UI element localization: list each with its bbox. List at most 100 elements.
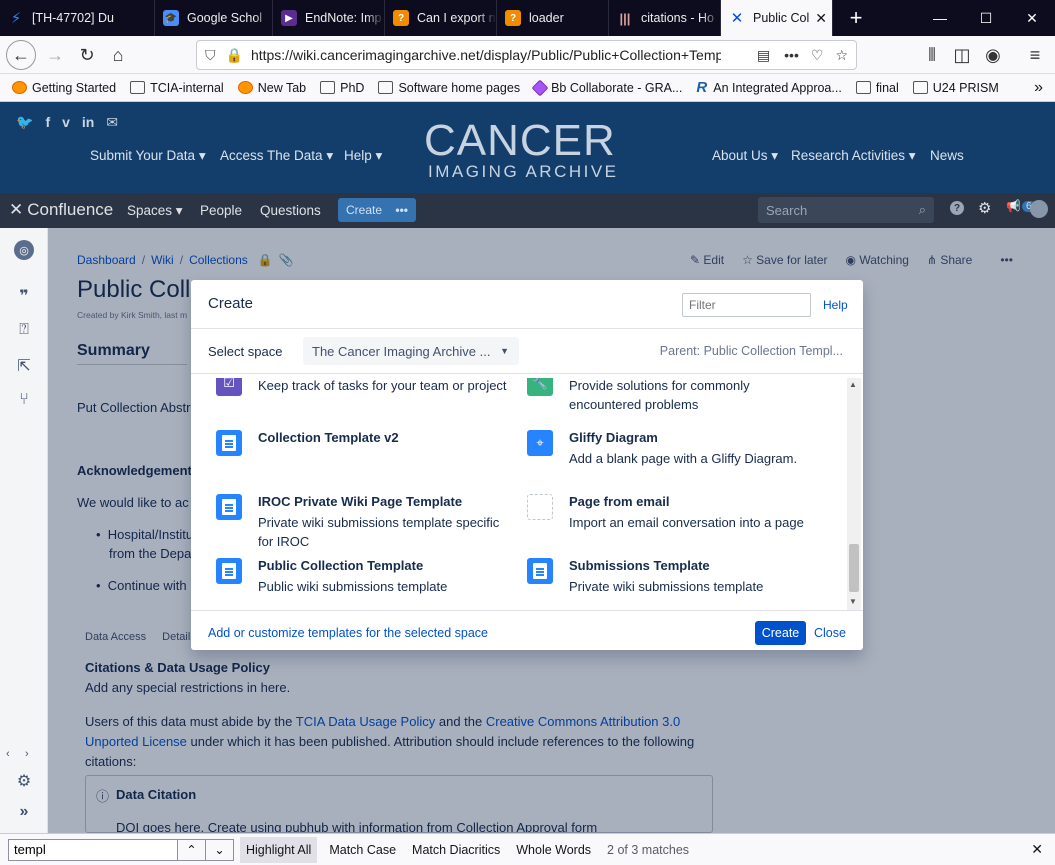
pocket-icon[interactable]: ♡ <box>811 47 824 64</box>
reader-icon[interactable]: ▤ <box>757 47 770 64</box>
close-find-icon[interactable]: ✕ <box>1031 841 1043 858</box>
close-tab-icon[interactable]: ✕ <box>809 10 827 27</box>
vimeo-icon[interactable]: v <box>62 114 70 131</box>
bookmark-item[interactable]: New Tab <box>237 81 306 95</box>
star-icon[interactable]: ☆ <box>835 47 848 64</box>
minimize-button[interactable]: — <box>917 0 963 36</box>
browser-tab-active[interactable]: ✕ Public Col ✕ <box>721 0 833 36</box>
bookmark-folder[interactable]: U24 PRISM <box>912 81 999 95</box>
match-case-toggle[interactable]: Match Case <box>323 843 402 857</box>
nav-research[interactable]: Research Activities ▾ <box>791 148 916 164</box>
help-link[interactable]: Help <box>823 298 848 312</box>
template-desc: Provide solutions for commonly encounter… <box>569 378 750 412</box>
more-icon[interactable]: ••• <box>784 47 799 63</box>
bookmark-folder[interactable]: TCIA-internal <box>130 81 224 95</box>
bookmark-folder[interactable]: Software home pages <box>378 81 520 95</box>
nav-spaces[interactable]: Spaces ▾ <box>127 203 183 219</box>
bookmark-item[interactable]: R An Integrated Approa... <box>696 79 841 96</box>
nav-access-data[interactable]: Access The Data ▾ <box>220 148 333 164</box>
gear-icon[interactable]: ⚙ <box>14 771 34 791</box>
find-next-button[interactable]: ⌄ <box>206 838 234 861</box>
tcia-logo[interactable]: CANCER IMAGING ARCHIVE <box>424 112 634 187</box>
template-item[interactable]: Submissions Template Private wiki submis… <box>527 558 827 610</box>
reload-button[interactable]: ↻ <box>72 40 102 70</box>
template-item[interactable]: Public Collection Template Public wiki s… <box>216 558 516 610</box>
browser-tab[interactable]: ? Can I export n <box>385 0 497 36</box>
facebook-icon[interactable]: f <box>45 114 50 131</box>
find-previous-button[interactable]: ⌃ <box>178 838 206 861</box>
gear-icon[interactable]: ⚙ <box>978 199 991 217</box>
template-item[interactable]: Collection Template v2 <box>216 430 516 486</box>
nav-about[interactable]: About Us ▾ <box>712 148 778 164</box>
chevron-down-icon: ▼ <box>500 346 509 356</box>
nav-news[interactable]: News <box>930 148 964 163</box>
scroll-down-icon[interactable]: ▼ <box>849 597 857 606</box>
customize-templates-link[interactable]: Add or customize templates for the selec… <box>208 626 488 640</box>
template-item[interactable]: Page from email Import an email conversa… <box>527 494 827 550</box>
expand-icon[interactable]: » <box>14 802 34 822</box>
template-item[interactable]: ⌖ Gliffy Diagram Add a blank page with a… <box>527 430 827 486</box>
bookmark-item[interactable]: Getting Started <box>12 81 116 95</box>
browser-tab[interactable]: ? loader <box>497 0 609 36</box>
find-input[interactable] <box>8 838 178 861</box>
browser-tab[interactable]: ▶ EndNote: Imp <box>273 0 385 36</box>
scrollbar-thumb[interactable] <box>849 544 859 592</box>
tree-icon[interactable]: ⑂ <box>14 390 34 410</box>
avatar[interactable] <box>1030 200 1048 218</box>
confluence-logo[interactable]: ✕ Confluence <box>9 200 113 220</box>
template-title: Public Collection Template <box>258 558 424 573</box>
bookmark-item[interactable]: Bb Collaborate - GRA... <box>531 79 682 96</box>
url-bar[interactable]: ⛉ 🔒 https://wiki.cancerimagingarchive.ne… <box>196 40 857 70</box>
menu-icon[interactable]: ≡ <box>1020 40 1050 70</box>
template-item[interactable]: IROC Private Wiki Page Template Private … <box>216 494 516 550</box>
external-link-icon[interactable]: ⇱ <box>14 356 34 376</box>
bookmark-folder[interactable]: final <box>855 81 899 95</box>
blackboard-icon <box>531 79 549 96</box>
home-icon[interactable]: ⌂ <box>103 40 133 70</box>
researchgate-icon: R <box>696 79 708 96</box>
quote-icon[interactable]: ❞ <box>14 286 34 306</box>
bookmark-folder[interactable]: PhD <box>320 81 364 95</box>
whole-words-toggle[interactable]: Whole Words <box>510 843 597 857</box>
twitter-icon[interactable]: 🐦 <box>16 114 33 131</box>
library-icon[interactable]: ⫴ <box>917 40 947 70</box>
sidebar-icon[interactable]: ◫ <box>947 40 977 70</box>
match-diacritics-toggle[interactable]: Match Diacritics <box>406 843 506 857</box>
nav-help[interactable]: Help ▾ <box>344 148 382 164</box>
question-page-icon[interactable]: ⍰ <box>14 320 34 340</box>
lock-icon: 🔒 <box>225 46 243 63</box>
create-button[interactable]: Create ••• <box>338 198 416 222</box>
back-button[interactable]: ← <box>6 40 36 70</box>
scrollbar[interactable]: ▲ ▼ <box>847 378 861 610</box>
email-icon[interactable]: ✉ <box>106 114 118 131</box>
template-title: Submissions Template <box>569 558 710 573</box>
create-button[interactable]: Create <box>755 621 806 645</box>
search-input[interactable]: Search ⌕ <box>758 197 934 223</box>
close-window-button[interactable]: ✕ <box>1009 0 1055 36</box>
chevron-right-icon[interactable]: » <box>1034 79 1043 97</box>
space-select[interactable]: The Cancer Imaging Archive ... ▼ <box>303 337 519 365</box>
new-tab-button[interactable]: + <box>833 0 879 36</box>
help-icon[interactable]: ? <box>950 201 964 215</box>
linkedin-icon[interactable]: in <box>82 114 94 131</box>
social-links: 🐦 f v in ✉ <box>16 114 118 131</box>
forward-button[interactable]: → <box>40 40 70 70</box>
nav-submit-data[interactable]: Submit Your Data ▾ <box>90 148 206 164</box>
nav-people[interactable]: People <box>200 203 242 218</box>
nav-questions[interactable]: Questions <box>260 203 321 218</box>
scroll-up-icon[interactable]: ▲ <box>849 380 857 389</box>
browser-tab[interactable]: ⚡ [TH-47702] Du <box>0 0 155 36</box>
close-button[interactable]: Close <box>814 626 846 640</box>
account-icon[interactable]: ◉ <box>978 40 1008 70</box>
template-item[interactable]: 🔧 Provide solutions for commonly encount… <box>527 378 827 426</box>
filter-input[interactable] <box>682 293 811 317</box>
browser-tab[interactable]: ||| citations - Ho <box>609 0 721 36</box>
collapse-arrows-icon[interactable]: ‹ › <box>6 748 29 760</box>
highlight-all-toggle[interactable]: Highlight All <box>240 836 318 863</box>
template-title: IROC Private Wiki Page Template <box>258 494 463 509</box>
maximize-button[interactable]: ☐ <box>963 0 1009 36</box>
more-icon[interactable]: ••• <box>395 203 416 217</box>
space-logo-icon[interactable]: ◎ <box>14 240 34 260</box>
template-item[interactable]: ☑ Keep track of tasks for your team or p… <box>216 378 516 426</box>
browser-tab[interactable]: 🎓 Google Schol <box>155 0 273 36</box>
